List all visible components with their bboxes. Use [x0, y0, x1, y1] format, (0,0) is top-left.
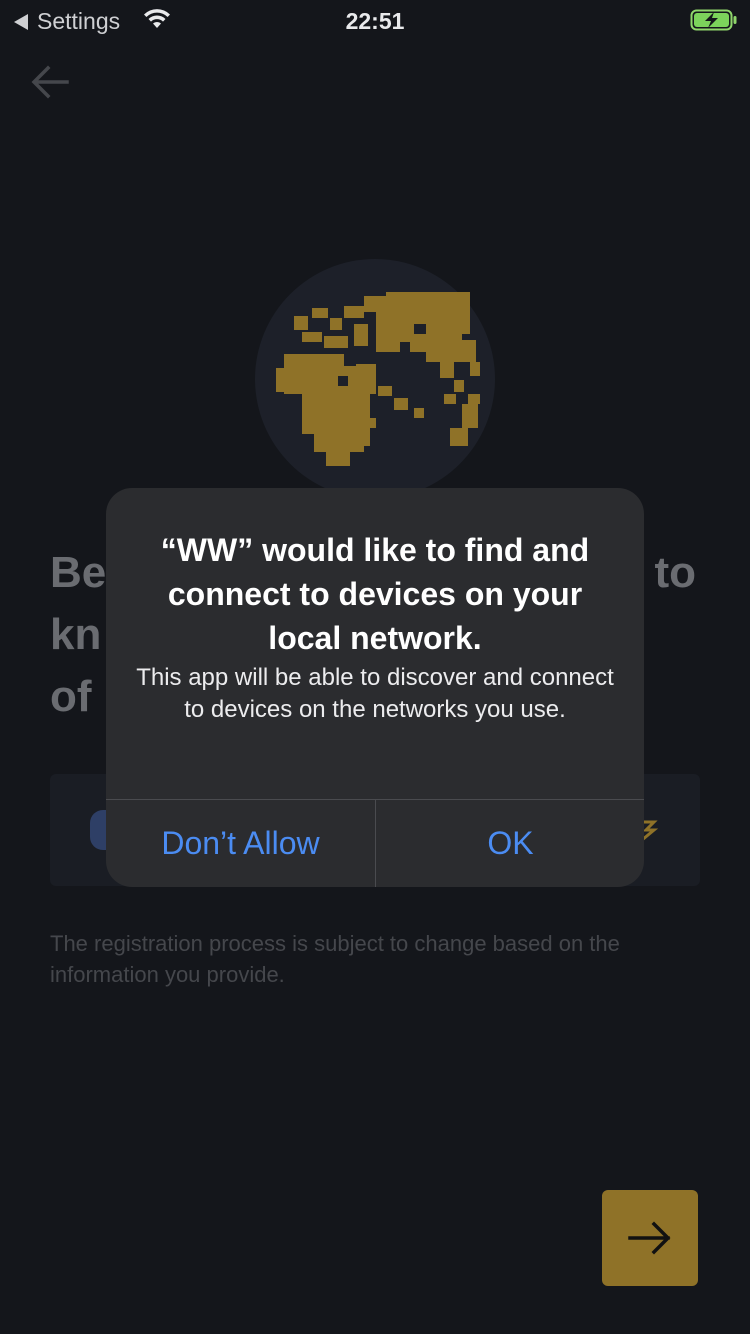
ok-button[interactable]: OK: [376, 800, 644, 887]
local-network-permission-alert: “WW” would like to find and connect to d…: [106, 488, 644, 887]
arrow-right-icon: [628, 1221, 671, 1255]
status-time: 22:51: [345, 8, 405, 34]
dont-allow-button[interactable]: Don’t Allow: [106, 800, 375, 887]
status-bar: Settings 22:51: [0, 0, 750, 40]
disclaimer-text: The registration process is subject to c…: [50, 931, 620, 987]
alert-message: This app will be able to discover and co…: [136, 664, 614, 723]
globe-icon: [255, 259, 495, 499]
alert-body: “WW” would like to find and connect to d…: [106, 488, 644, 798]
app-screen: Settings 22:51 Be to kn of The registrat…: [0, 0, 750, 1334]
headline-line-1: Be: [50, 548, 107, 597]
battery-charging-icon: [690, 9, 737, 31]
headline-line-1-tail: to: [654, 548, 696, 597]
alert-title: “WW” would like to find and connect to d…: [160, 532, 590, 656]
arrow-left-icon[interactable]: [30, 64, 70, 100]
next-button[interactable]: [602, 1190, 698, 1286]
